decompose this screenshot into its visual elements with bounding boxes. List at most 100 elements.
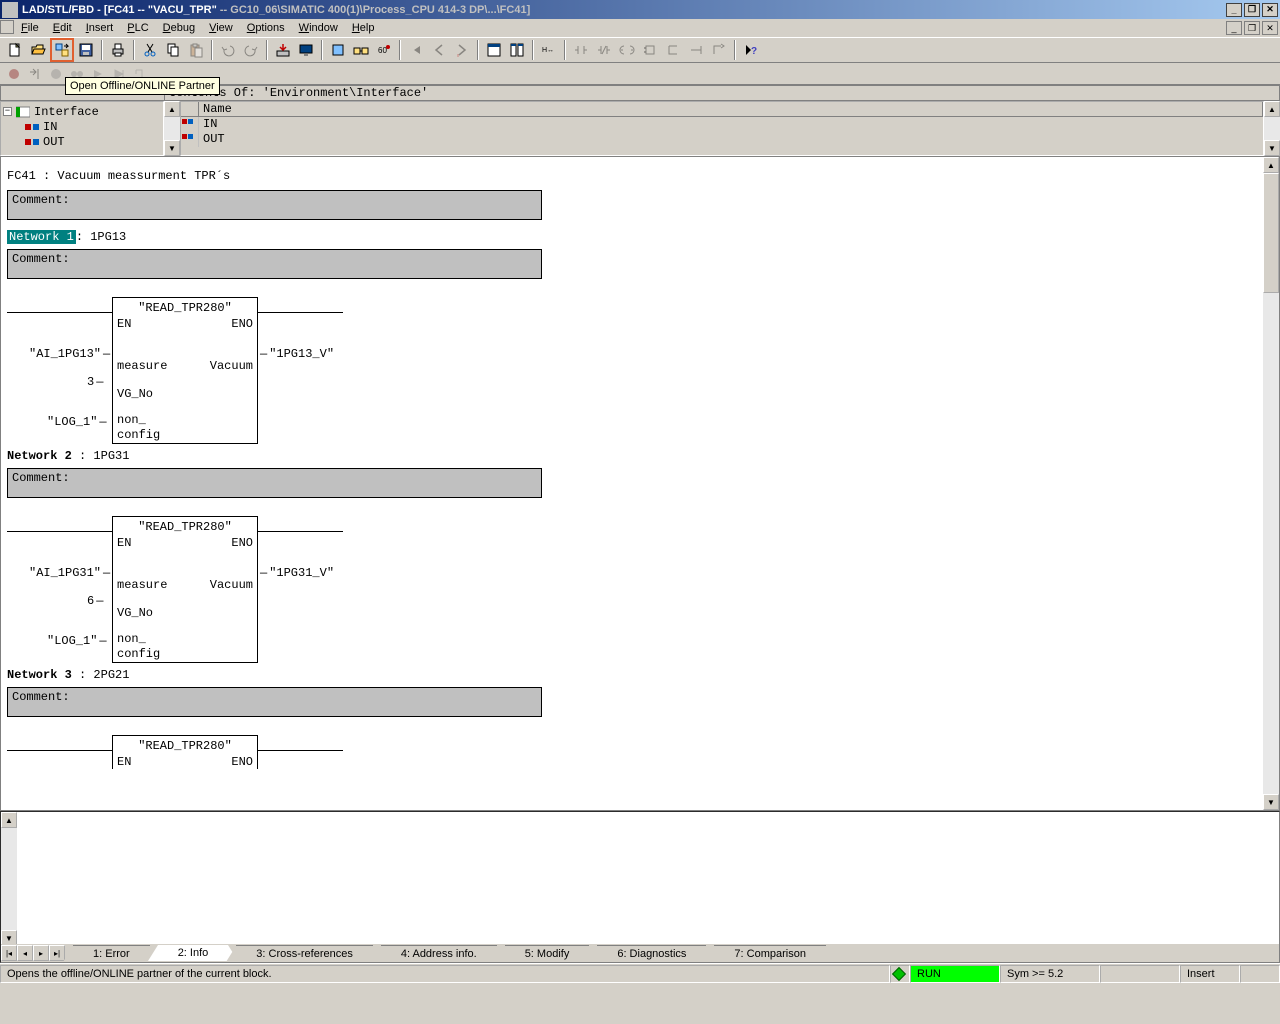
function-box[interactable]: "READ_TPR280" ENENO [112,735,258,769]
tab-prev-button[interactable]: ◂ [17,945,33,961]
menu-debug[interactable]: Debug [156,20,202,36]
step-button[interactable] [25,65,45,83]
scroll-up-button[interactable]: ▲ [1,812,17,828]
tab-comparison[interactable]: 7: Comparison [714,945,826,961]
overview-button[interactable] [506,39,528,61]
fbd-block[interactable]: "READ_TPR280" ENENO measureVacuum VG_No … [7,516,1279,646]
help-button[interactable]: ? [740,39,762,61]
tree-root[interactable]: − Interface [3,104,161,119]
function-box[interactable]: "READ_TPR280" ENENO measureVacuum VG_No … [112,516,258,663]
menu-plc[interactable]: PLC [120,20,155,36]
scroll-up-button[interactable]: ▲ [1263,157,1279,173]
grid-row-out[interactable]: OUT [181,132,1263,147]
tab-crossref[interactable]: 3: Cross-references [236,945,373,961]
block-comment[interactable]: Comment: [7,190,542,220]
signal-label[interactable]: 6— [87,594,105,609]
paste-button[interactable] [185,39,207,61]
undo-button[interactable] [217,39,239,61]
restore-button[interactable]: ❐ [1244,3,1260,17]
breakpoint-button[interactable] [4,65,24,83]
open-button[interactable] [27,39,49,61]
tab-error[interactable]: 1: Error [73,945,150,961]
branch-open-button[interactable] [662,39,684,61]
tab-diagnostics[interactable]: 6: Diagnostics [597,945,706,961]
tree-out[interactable]: OUT [3,134,161,149]
coil-button[interactable] [616,39,638,61]
print-button[interactable] [107,39,129,61]
interface-tree[interactable]: − Interface IN OUT ▲ ▼ [0,101,180,156]
monitor-button[interactable] [295,39,317,61]
function-box[interactable]: "READ_TPR280" ENENO measureVacuum VG_No … [112,297,258,444]
mdi-restore-button[interactable]: ❐ [1244,21,1260,35]
output-pane[interactable]: ▲ ▼ |◂ ◂ ▸ ▸| 1: Error 2: Info 3: Cross-… [0,811,1280,963]
branch-close-button[interactable] [685,39,707,61]
fbd-block[interactable]: "READ_TPR280" ENENO measureVacuum VG_No … [7,297,1279,427]
output-scrollbar[interactable]: ▲ ▼ [1,812,17,946]
redo-button[interactable] [240,39,262,61]
close-button[interactable]: ✕ [1262,3,1278,17]
mdi-close-button[interactable]: ✕ [1262,21,1278,35]
signal-label[interactable]: "AI_1PG13"— [29,347,112,362]
signal-label[interactable]: "LOG_1"— [47,415,109,430]
collapse-icon[interactable]: − [3,107,12,116]
mdi-system-icon[interactable] [0,20,14,34]
grid-header-name[interactable]: Name [199,102,1263,116]
tab-first-button[interactable]: |◂ [1,945,17,961]
menu-edit[interactable]: Edit [46,20,79,36]
copy-button[interactable] [162,39,184,61]
menu-view[interactable]: View [202,20,240,36]
menu-help[interactable]: Help [345,20,382,36]
network-comment[interactable]: Comment: [7,687,542,717]
box-button[interactable] [639,39,661,61]
goto-start-button[interactable] [405,39,427,61]
scroll-down-button[interactable]: ▼ [1264,140,1280,156]
scroll-down-button[interactable]: ▼ [164,140,180,156]
network-header[interactable]: Network 2 : 1PG31 [7,449,1279,464]
cut-button[interactable] [139,39,161,61]
menu-options[interactable]: Options [240,20,292,36]
no-contact-button[interactable] [593,39,615,61]
interface-grid[interactable]: Name IN OUT ▲ ▼ [180,101,1280,156]
minimize-button[interactable]: _ [1226,3,1242,17]
signal-label[interactable]: "LOG_1"— [47,634,109,649]
grid-scrollbar[interactable]: ▲ ▼ [1264,101,1280,156]
grid-row-in[interactable]: IN [181,117,1263,132]
detail-view-button[interactable] [483,39,505,61]
new-button[interactable] [4,39,26,61]
reference-button[interactable] [350,39,372,61]
fbd-block[interactable]: "READ_TPR280" ENENO [7,735,1279,795]
signal-label[interactable]: "AI_1PG31"— [29,566,112,581]
scroll-thumb[interactable] [1263,173,1279,293]
tab-address[interactable]: 4: Address info. [381,945,497,961]
network-comment[interactable]: Comment: [7,249,542,279]
block-properties-button[interactable] [327,39,349,61]
scroll-up-button[interactable]: ▲ [164,101,180,117]
tab-info[interactable]: 2: Info [158,945,229,961]
connection-button[interactable] [708,39,730,61]
tab-next-button[interactable]: ▸ [33,945,49,961]
menu-window[interactable]: Window [292,20,345,36]
tree-in[interactable]: IN [3,119,161,134]
goto-next-button[interactable] [451,39,473,61]
network-header[interactable]: Network 1: 1PG13 [7,230,1279,245]
network-comment[interactable]: Comment: [7,468,542,498]
goto-prev-button[interactable] [428,39,450,61]
code-editor[interactable]: FC41 : Vacuum meassurment TPR´s Comment:… [0,156,1280,811]
save-button[interactable] [75,39,97,61]
menu-file[interactable]: File [14,20,46,36]
program-elements-button[interactable]: H↔ [538,39,560,61]
scroll-down-button[interactable]: ▼ [1263,794,1279,810]
signal-label[interactable]: —"1PG31_V" [258,566,334,581]
mdi-minimize-button[interactable]: _ [1226,21,1242,35]
menu-insert[interactable]: Insert [79,20,121,36]
open-partner-button[interactable] [50,38,74,62]
download-button[interactable] [272,39,294,61]
tree-scrollbar[interactable]: ▲ ▼ [164,101,180,156]
scroll-up-button[interactable]: ▲ [1264,101,1280,117]
tab-modify[interactable]: 5: Modify [505,945,590,961]
nc-contact-button[interactable] [570,39,592,61]
monitor-on-button[interactable]: 60' [373,39,395,61]
editor-scrollbar[interactable]: ▲ ▼ [1263,157,1279,810]
signal-label[interactable]: —"1PG13_V" [258,347,334,362]
signal-label[interactable]: 3— [87,375,105,390]
